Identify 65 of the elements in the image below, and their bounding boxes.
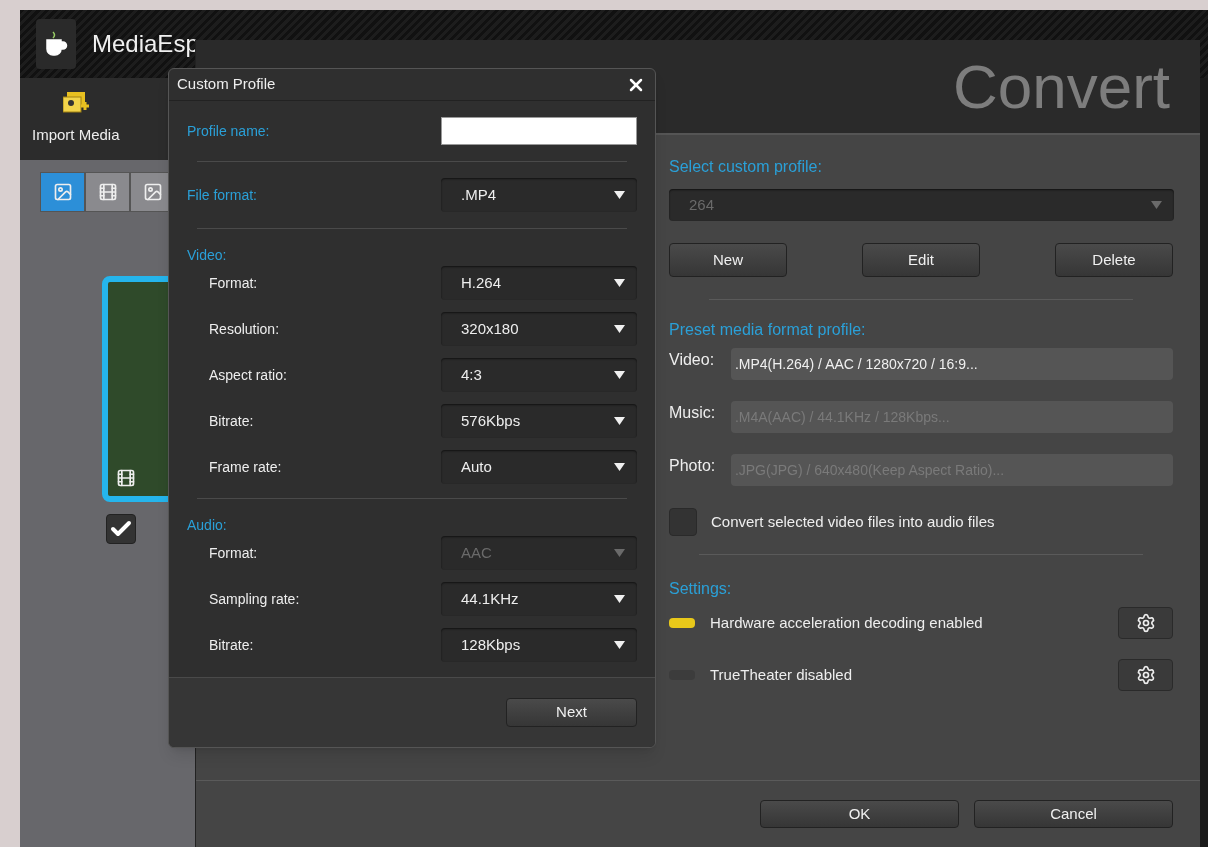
field-label: Format: [208,543,258,563]
settings-icon [1135,665,1156,685]
field-label: Profile name: [187,121,270,141]
button[interactable]: Edit [862,243,980,277]
view-tab[interactable] [40,172,85,212]
film-icon [116,468,136,488]
caret-icon [614,279,625,287]
import-media-button[interactable]: Import Media [28,91,124,147]
dropdown[interactable]: 4:3 [441,358,637,392]
dropdown[interactable]: Auto [441,450,637,484]
button[interactable]: Cancel [974,800,1173,828]
checkbox-label: Convert selected video files into audio files [711,511,995,532]
dropdown[interactable]: .MP4 [441,178,637,212]
checkbox[interactable] [106,514,136,544]
section-heading: Audio: [187,516,228,535]
caret-icon [1151,201,1162,209]
settings-icon [1135,613,1156,633]
section-heading: Preset media format profile: [669,320,867,340]
app-title: MediaEsp [92,29,199,59]
field-label: Photo: [669,456,717,476]
dialog-title: Convert [952,51,1170,123]
setting-label: TrueTheater disabled [710,664,854,685]
caret-icon [614,595,625,603]
field-label: Aspect ratio: [208,365,287,385]
checkbox[interactable] [669,508,697,536]
caret-icon [614,549,625,557]
film-icon [97,182,118,202]
field-label: Resolution: [208,319,280,339]
dropdown[interactable]: 320x180 [441,312,637,346]
section-heading: Select custom profile: [669,157,823,177]
caret-icon [614,463,625,471]
dropdown[interactable]: 576Kbps [441,404,637,438]
section-heading: Video: [187,246,228,265]
button[interactable]: Next [506,698,637,727]
view-tab[interactable] [85,172,130,212]
photo-icon [142,182,163,202]
coffee-cup-icon [44,30,68,58]
settings-button[interactable] [1118,659,1173,691]
dropdown[interactable]: 44.1KHz [441,582,637,616]
button[interactable]: New [669,243,787,277]
setting-label: Hardware acceleration decoding enabled [710,612,984,633]
import-photo-icon [62,91,89,116]
field-label: Music: [669,403,717,423]
dialog-title: Custom Profile [177,74,276,95]
caret-icon [614,325,625,333]
settings-button[interactable] [1118,607,1173,639]
caret-icon [614,371,625,379]
field-label: Frame rate: [208,457,282,477]
field-label: Bitrate: [208,635,254,655]
section-heading: Settings: [669,579,733,599]
media-icon [52,182,73,202]
field-label: Bitrate: [208,411,254,431]
profile-name-field[interactable] [441,117,637,145]
button[interactable]: Delete [1055,243,1173,277]
dropdown[interactable]: H.264 [441,266,637,300]
button[interactable]: OK [760,800,959,828]
dropdown[interactable]: 128Kbps [441,628,637,662]
field-label: Video: [669,350,716,370]
caret-icon [614,417,625,425]
field-label: Format: [208,273,258,293]
field-label: File format: [187,185,257,205]
caret-icon [614,191,625,199]
caret-icon [614,641,625,649]
profile-field[interactable]: .MP4(H.264) / AAC / 1280x720 / 16:9... [730,348,1173,380]
field-label: Sampling rate: [208,589,300,609]
